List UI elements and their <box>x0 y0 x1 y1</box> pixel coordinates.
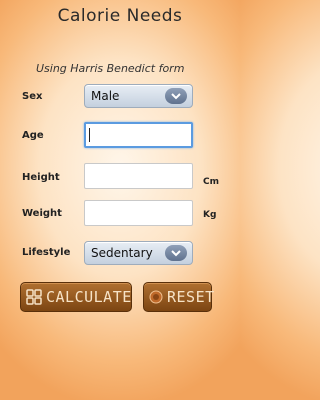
reset-button[interactable]: RESET <box>143 282 215 312</box>
height-unit: Cm <box>203 177 219 187</box>
calculate-button[interactable]: CALCULATE <box>20 282 132 312</box>
reset-circle-icon <box>149 290 163 304</box>
height-input[interactable] <box>84 163 193 189</box>
chevron-down-icon <box>165 88 187 104</box>
sex-spinner[interactable]: Male <box>84 84 193 108</box>
chevron-down-icon <box>165 245 187 261</box>
lifestyle-label: Lifestyle <box>22 247 71 258</box>
lifestyle-spinner[interactable]: Sedentary <box>84 241 193 265</box>
calculator-icon <box>26 289 42 305</box>
weight-unit: Kg <box>203 210 217 220</box>
height-label: Height <box>22 172 60 183</box>
sex-value: Male <box>91 89 120 103</box>
weight-label: Weight <box>22 208 62 219</box>
reset-label: RESET <box>167 288 215 306</box>
text-caret <box>89 128 90 142</box>
weight-input[interactable] <box>84 200 193 226</box>
lifestyle-value: Sedentary <box>91 246 153 260</box>
subtitle: Using Harris Benedict form <box>36 62 185 75</box>
app-title: Calorie Needs <box>57 6 183 26</box>
age-input[interactable] <box>84 122 193 148</box>
calculate-label: CALCULATE <box>46 288 132 306</box>
sex-label: Sex <box>22 91 43 102</box>
age-label: Age <box>22 130 44 141</box>
